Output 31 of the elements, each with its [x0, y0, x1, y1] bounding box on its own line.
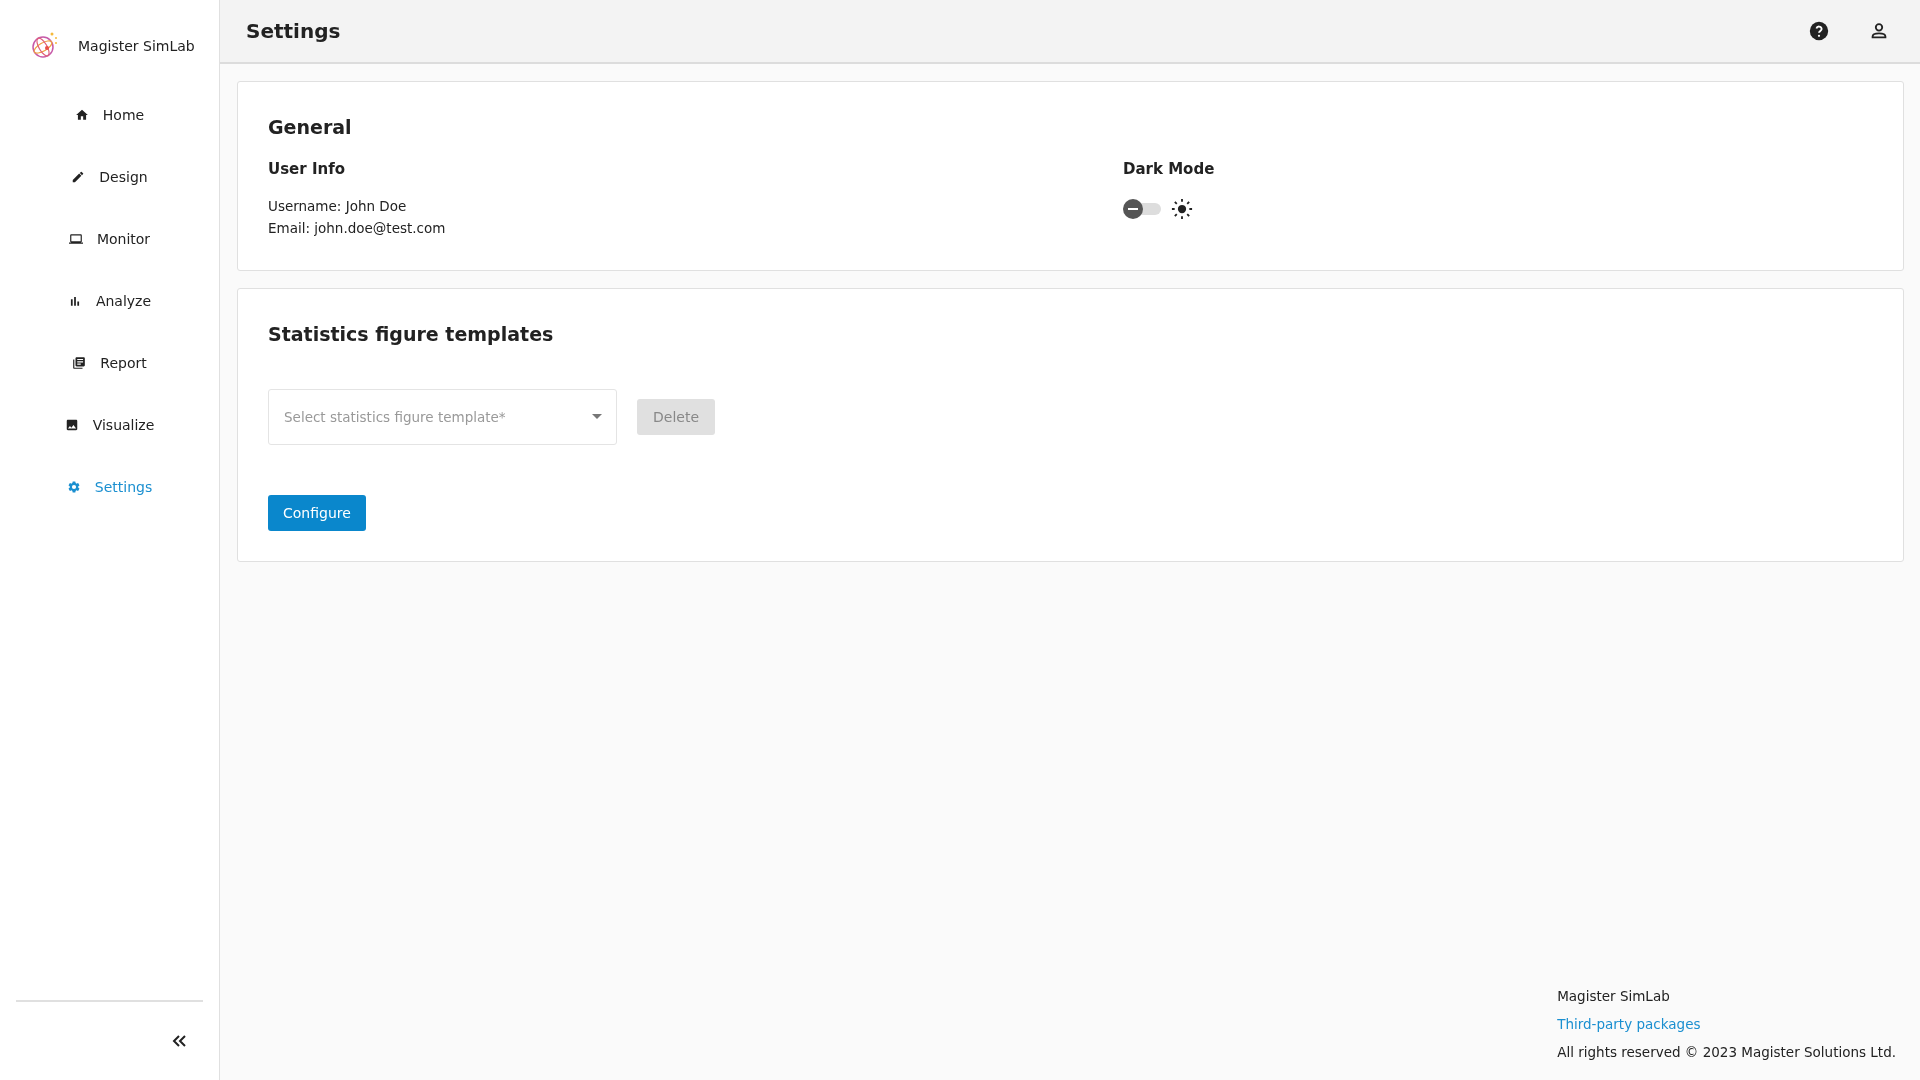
- sun-icon: [1171, 198, 1193, 220]
- dark-mode-toggle[interactable]: [1123, 198, 1161, 220]
- pencil-icon: [71, 170, 86, 184]
- card-title: General: [268, 116, 353, 138]
- user-info-text: Username: John Doe: [268, 198, 408, 214]
- nav-item[interactable]: Home: [68, 84, 151, 146]
- app-name: Magister SimLab: [78, 38, 195, 54]
- nav-item[interactable]: Report: [66, 332, 153, 394]
- card-title: Statistics figure templates: [268, 323, 555, 345]
- help-icon: [1808, 20, 1830, 42]
- section-title: User Info: [268, 160, 346, 178]
- page-title: Settings: [246, 19, 341, 43]
- laptop-icon: [68, 232, 83, 246]
- home-icon: [74, 108, 89, 122]
- section-title: Dark Mode: [1123, 160, 1216, 178]
- document-stack-icon: [72, 356, 87, 370]
- nav-item[interactable]: Settings: [60, 456, 159, 518]
- third-party-link[interactable]: Third-party packages: [1557, 1016, 1701, 1032]
- configure-button[interactable]: Configure: [268, 495, 366, 531]
- nav-item[interactable]: Analyze: [61, 270, 158, 332]
- nav-item[interactable]: Visualize: [58, 394, 161, 456]
- nav-item[interactable]: Design: [65, 146, 154, 208]
- logo-icon: [30, 31, 60, 61]
- image-icon: [64, 418, 79, 432]
- user-info-text: Email: john.doe@test.com: [268, 220, 447, 236]
- copyright-text: All rights reserved © 2023 Magister Solutions Ltd.: [1557, 1044, 1896, 1060]
- double-chevron-left-icon: [171, 1033, 187, 1049]
- nav-item[interactable]: Monitor: [62, 208, 157, 270]
- settings-icon: [66, 480, 81, 494]
- dropdown-caret-icon: [592, 414, 602, 420]
- footer-app-name: Magister SimLab: [1557, 988, 1671, 1004]
